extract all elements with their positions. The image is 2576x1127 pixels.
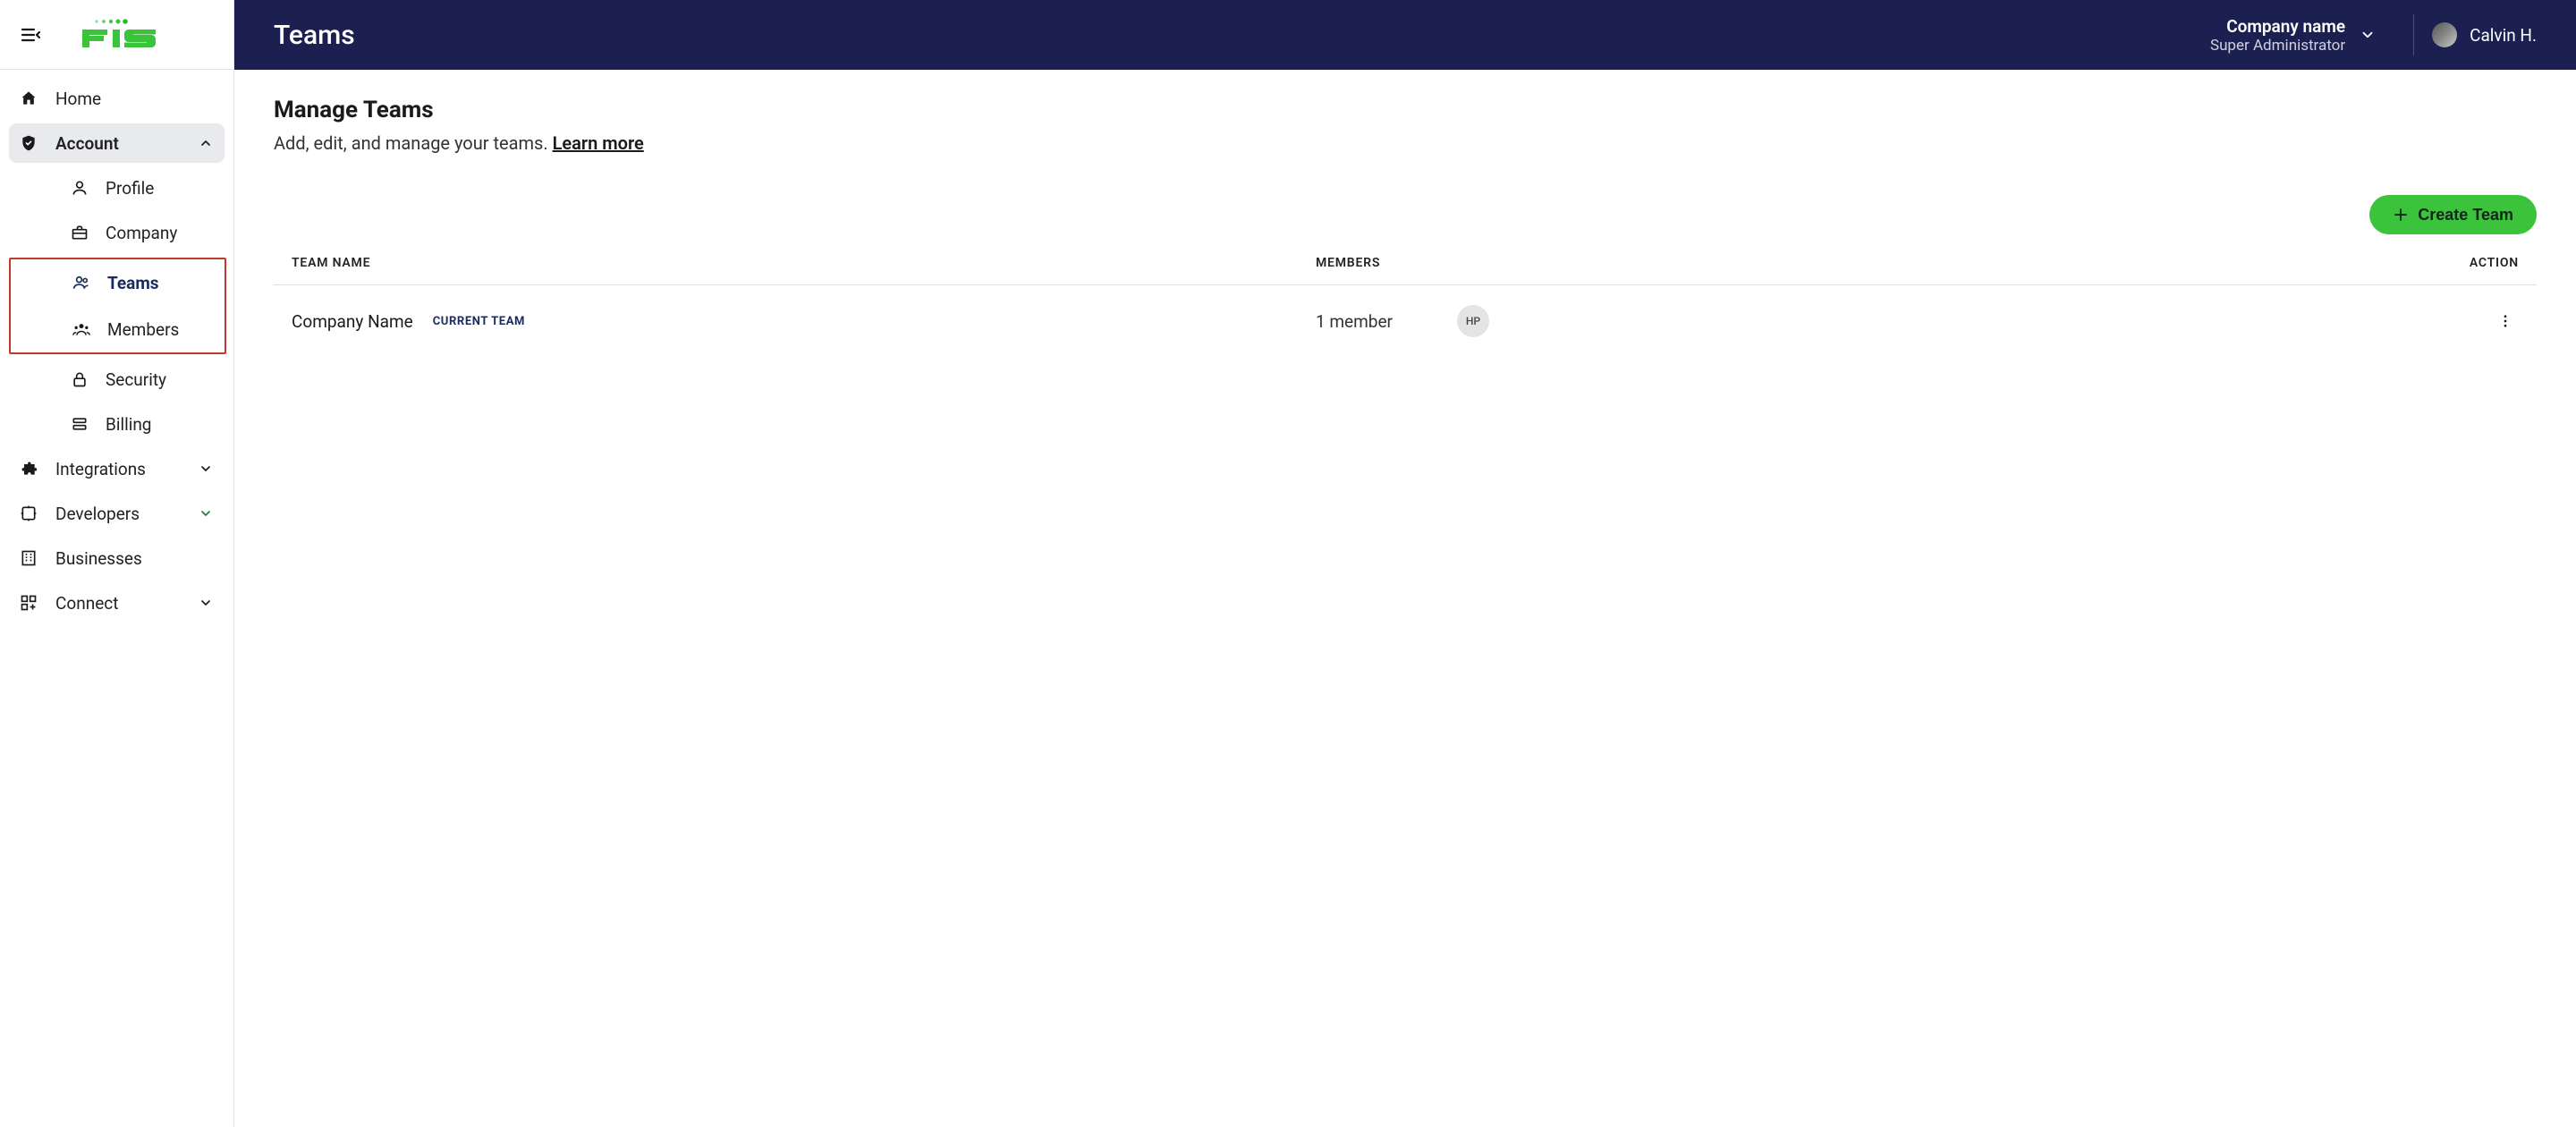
sidebar-item-label: Security [106, 369, 166, 390]
sidebar-item-developers[interactable]: Developers [9, 494, 225, 533]
chevron-down-icon [196, 593, 216, 613]
sidebar-item-label: Account [55, 133, 180, 154]
table-row: Company Name CURRENT TEAM 1 member HP [274, 285, 2537, 357]
learn-more-link[interactable]: Learn more [553, 132, 644, 154]
sidebar-item-billing[interactable]: Billing [52, 404, 225, 444]
building-icon [18, 547, 39, 569]
column-team-name: TEAM NAME [292, 256, 1316, 270]
topbar-divider [2413, 14, 2414, 55]
sidebar-item-members[interactable]: Members [54, 306, 225, 352]
chevron-up-icon [196, 133, 216, 153]
connect-icon [18, 592, 39, 614]
sidebar-item-label: Developers [55, 504, 180, 524]
plus-icon [2393, 207, 2409, 223]
sidebar-item-businesses[interactable]: Businesses [9, 538, 225, 578]
create-team-label: Create Team [2418, 206, 2513, 225]
company-role: Super Administrator [2210, 37, 2345, 55]
user-name: Calvin H. [2470, 25, 2537, 46]
sidebar-item-label: Members [107, 319, 179, 340]
members-icon [72, 319, 91, 339]
company-name: Company name [2210, 16, 2345, 37]
developers-icon [18, 503, 39, 524]
sidebar-item-connect[interactable]: Connect [9, 583, 225, 623]
content: Manage Teams Add, edit, and manage your … [234, 70, 2576, 1127]
main-area: Teams Company name Super Administrator C… [234, 0, 2576, 1127]
sidebar-item-profile[interactable]: Profile [52, 168, 225, 208]
home-icon [18, 88, 39, 109]
account-submenu: Profile Company Teams [9, 168, 225, 444]
lock-icon [70, 369, 89, 389]
content-subtitle: Add, edit, and manage your teams. Learn … [274, 132, 2537, 154]
member-count: 1 member [1316, 311, 1393, 332]
sidebar-item-label: Integrations [55, 459, 180, 479]
sidebar-item-account[interactable]: Account [9, 123, 225, 163]
sidebar-item-label: Company [106, 223, 177, 243]
highlighted-sidebar-section: Teams Members [9, 258, 226, 354]
person-icon [70, 178, 89, 198]
content-title: Manage Teams [274, 97, 2537, 123]
column-members: MEMBERS [1316, 256, 2340, 270]
sidebar-item-label: Teams [107, 273, 159, 293]
content-header: Manage Teams Add, edit, and manage your … [274, 97, 2537, 154]
sidebar-item-company[interactable]: Company [52, 213, 225, 252]
menu-toggle-button[interactable] [16, 21, 45, 49]
sidebar-item-teams[interactable]: Teams [54, 259, 225, 306]
sidebar-item-integrations[interactable]: Integrations [9, 449, 225, 488]
user-menu[interactable]: Calvin H. [2432, 22, 2537, 47]
billing-icon [70, 414, 89, 434]
chevron-down-icon [196, 504, 216, 523]
company-text: Company name Super Administrator [2210, 16, 2345, 55]
table-header: TEAM NAME MEMBERS ACTION [274, 256, 2537, 285]
members-cell: 1 member HP [1316, 305, 2340, 337]
fis-logo-icon [80, 17, 159, 53]
team-name: Company Name [292, 311, 413, 332]
shield-check-icon [18, 132, 39, 154]
member-avatar: HP [1457, 305, 1489, 337]
user-avatar [2432, 22, 2457, 47]
company-switcher[interactable]: Company name Super Administrator [2210, 16, 2395, 55]
content-subtitle-text: Add, edit, and manage your teams. [274, 132, 553, 154]
sidebar-item-security[interactable]: Security [52, 360, 225, 399]
teams-icon [72, 273, 91, 292]
sidebar-item-home[interactable]: Home [9, 79, 225, 118]
chevron-down-icon [196, 459, 216, 479]
team-name-cell: Company Name CURRENT TEAM [292, 311, 1316, 332]
briefcase-icon [70, 223, 89, 242]
create-team-button[interactable]: Create Team [2369, 195, 2537, 234]
sidebar-item-label: Home [55, 89, 216, 109]
sidebar-item-label: Profile [106, 178, 154, 199]
sidebar: Home Account Profile [0, 0, 234, 1127]
chevron-down-icon [2360, 27, 2376, 43]
puzzle-icon [18, 458, 39, 479]
row-actions-button[interactable] [2492, 308, 2519, 335]
column-action: ACTION [2340, 256, 2519, 270]
app-logo[interactable] [80, 17, 159, 53]
sidebar-nav: Home Account Profile [0, 70, 233, 1127]
topbar: Teams Company name Super Administrator C… [234, 0, 2576, 70]
kebab-icon [2497, 313, 2513, 329]
action-cell [2340, 308, 2519, 335]
sidebar-item-label: Billing [106, 414, 151, 435]
actions-bar: Create Team [274, 195, 2537, 234]
page-title: Teams [274, 20, 2210, 51]
sidebar-header [0, 0, 233, 70]
teams-table: TEAM NAME MEMBERS ACTION Company Name CU… [274, 256, 2537, 357]
menu-collapse-icon [20, 24, 41, 46]
sidebar-item-label: Connect [55, 593, 180, 614]
current-team-tag: CURRENT TEAM [433, 315, 525, 328]
sidebar-item-label: Businesses [55, 548, 216, 569]
